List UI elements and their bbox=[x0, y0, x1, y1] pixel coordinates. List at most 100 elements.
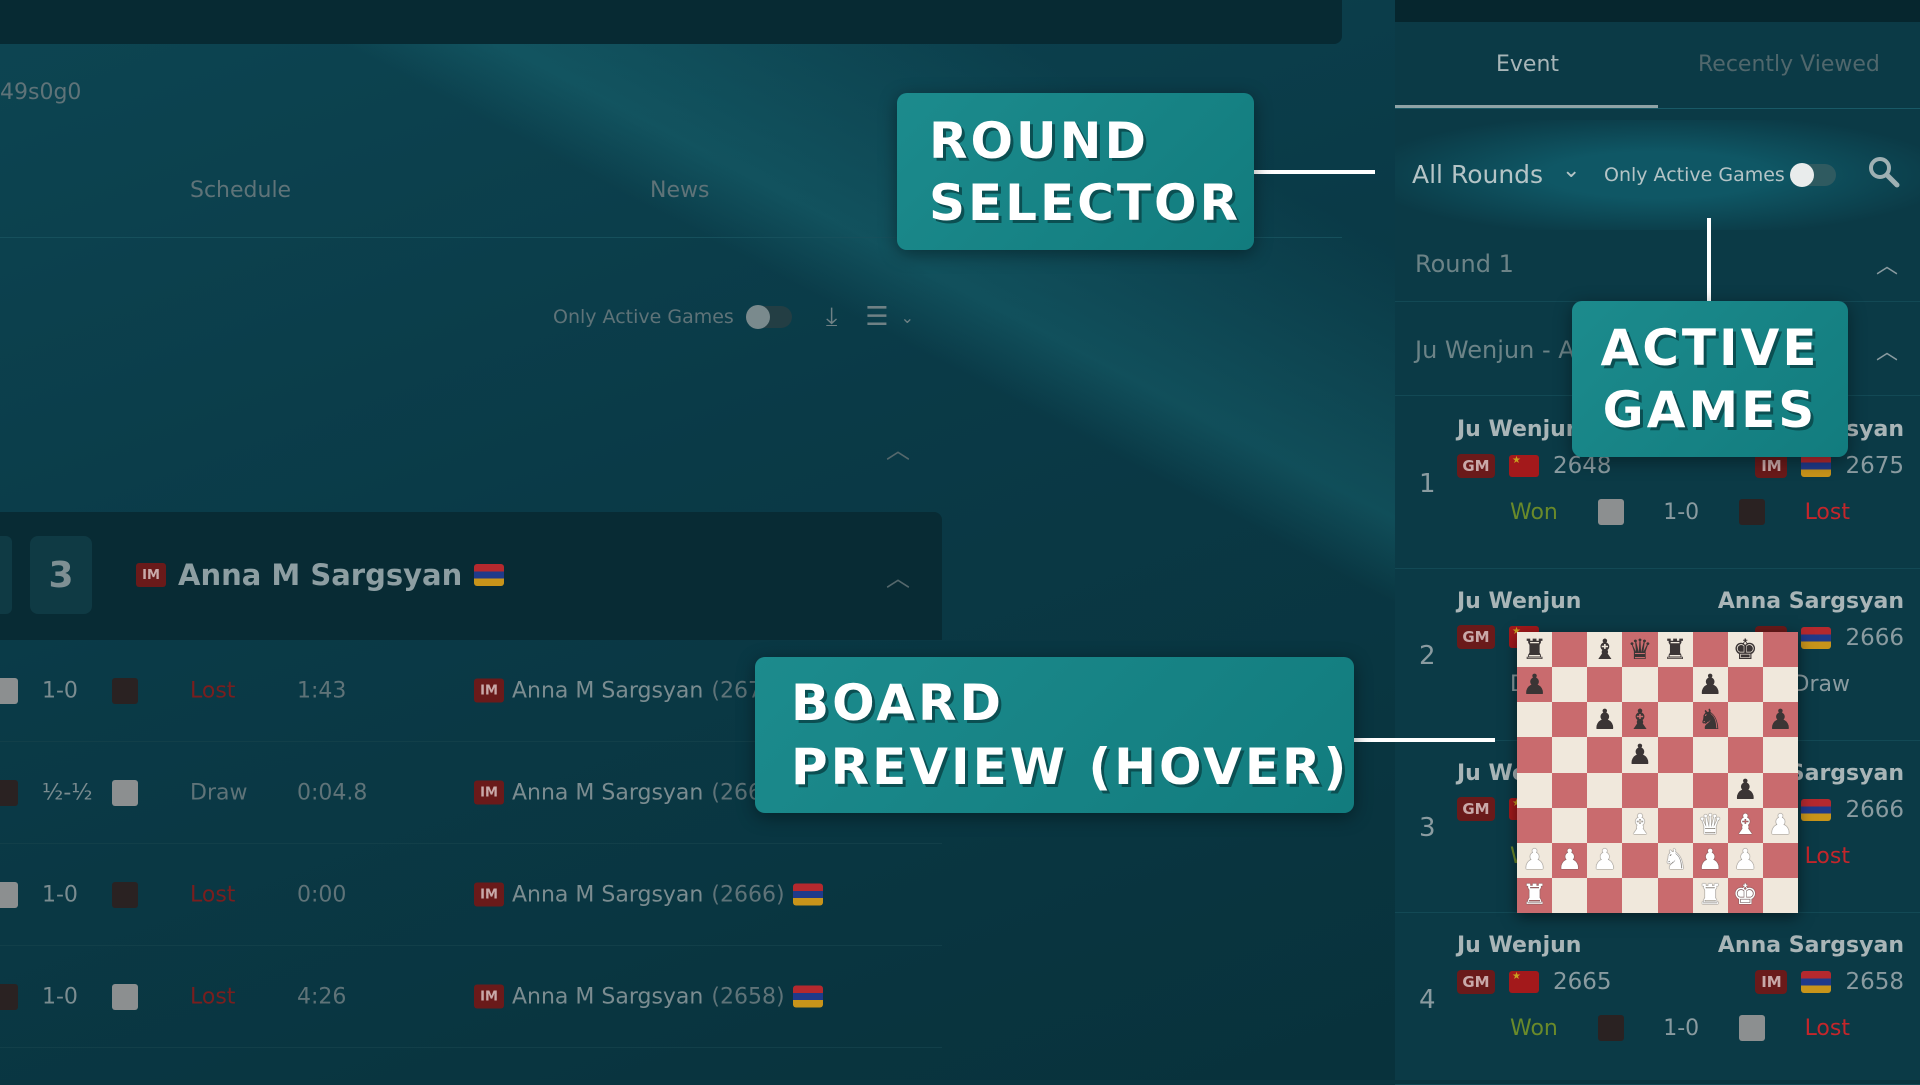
callout-active-games: ACTIVE GAMES bbox=[1572, 301, 1848, 457]
black-pawn-icon: ♟ bbox=[1522, 667, 1548, 701]
game-row[interactable]: 1-0 Lost 4:26 IM Anna M Sargsyan (2658) bbox=[0, 946, 942, 1048]
white-player: Ju Wenjun bbox=[1457, 589, 1582, 614]
board-square bbox=[1552, 702, 1588, 738]
player-name[interactable]: Anna M Sargsyan bbox=[178, 558, 462, 592]
callout-line bbox=[1354, 738, 1495, 742]
round-number: 3 bbox=[30, 536, 92, 614]
board-number: 4 bbox=[1419, 985, 1436, 1015]
opponent-name[interactable]: Anna M Sargsyan bbox=[512, 780, 703, 805]
board-square bbox=[1517, 737, 1553, 773]
download-icon[interactable]: ⤓ bbox=[826, 302, 838, 333]
result: Lost bbox=[190, 984, 236, 1009]
color-square bbox=[1738, 1015, 1765, 1041]
black-king-icon: ♚ bbox=[1732, 632, 1758, 666]
black-rating: 2666 bbox=[1845, 797, 1904, 823]
list-icon[interactable]: ☰ bbox=[865, 302, 888, 332]
board-square bbox=[1622, 842, 1658, 878]
score: 1-0 bbox=[1663, 499, 1700, 525]
callout-round-selector: ROUND SELECTOR bbox=[897, 93, 1254, 250]
player-name-block: IM Anna M Sargsyan bbox=[136, 558, 505, 592]
tab-event[interactable]: Event bbox=[1496, 52, 1559, 77]
board-square: ♛ bbox=[1692, 807, 1728, 843]
round-selector[interactable]: All Rounds bbox=[1412, 160, 1543, 189]
color-square bbox=[1597, 499, 1624, 525]
opponent-name[interactable]: Anna M Sargsyan bbox=[512, 882, 703, 907]
white-rook-icon: ♜ bbox=[1697, 878, 1723, 912]
white-pawn-icon: ♟ bbox=[1732, 843, 1758, 877]
search-icon[interactable] bbox=[1866, 154, 1902, 194]
chevron-down-icon[interactable]: ⌄ bbox=[1562, 158, 1580, 183]
armenia-flag-icon bbox=[1801, 627, 1832, 649]
armenia-flag-icon bbox=[1801, 799, 1832, 821]
only-active-toggle[interactable] bbox=[745, 305, 792, 329]
black-pawn-icon: ♟ bbox=[1627, 737, 1653, 771]
opponent-name[interactable]: Anna M Sargsyan bbox=[512, 678, 703, 703]
white-pawn-icon: ♟ bbox=[1767, 808, 1793, 842]
white-pawn-icon: ♟ bbox=[1697, 843, 1723, 877]
board-square bbox=[1552, 737, 1588, 773]
color-square bbox=[1738, 499, 1765, 525]
opponent-rating: (2666) bbox=[711, 882, 785, 907]
score: ½-½ bbox=[42, 780, 93, 805]
black-result: Lost bbox=[1804, 499, 1850, 525]
callout-line bbox=[1707, 218, 1711, 302]
divider bbox=[1395, 108, 1920, 109]
board-square bbox=[1692, 737, 1728, 773]
board-square bbox=[1762, 842, 1798, 878]
board-square bbox=[1657, 877, 1693, 913]
board-square bbox=[1657, 667, 1693, 703]
board-square bbox=[1552, 667, 1588, 703]
board-square bbox=[1762, 877, 1798, 913]
game-card[interactable]: 4 Ju Wenjun Anna Sargsyan GM2665 IM2658 … bbox=[1395, 913, 1920, 1085]
color-square bbox=[112, 983, 138, 1010]
round-label: Round 1 bbox=[1415, 250, 1514, 278]
board-square bbox=[1762, 667, 1798, 703]
score: 1-0 bbox=[42, 984, 78, 1009]
white-queen-icon: ♛ bbox=[1697, 808, 1723, 842]
chevron-up-icon[interactable]: ︿ bbox=[1876, 334, 1898, 366]
color-square bbox=[1597, 1015, 1624, 1041]
black-pawn-icon: ♟ bbox=[1592, 702, 1618, 736]
board-square bbox=[1692, 772, 1728, 808]
game-row[interactable]: 1-0 Lost 0:00 IM Anna M Sargsyan (2666) bbox=[0, 844, 942, 946]
board-square: ♟ bbox=[1692, 667, 1728, 703]
title-badge: IM bbox=[474, 678, 504, 703]
white-king-icon: ♚ bbox=[1732, 878, 1758, 912]
tab-news[interactable]: News bbox=[650, 178, 709, 203]
board-square bbox=[1727, 702, 1763, 738]
board-square bbox=[1692, 632, 1728, 668]
board-square: ♟ bbox=[1517, 667, 1553, 703]
board-square bbox=[1517, 772, 1553, 808]
board-preview[interactable]: ♜ ♝ ♛ ♜ ♚ ♟ ♟ ♟ ♝ ♞ ♟ ♟ ♟ ♝ ♛ ♝ ♟ ♟ ♟ ♟ ♞ ♟ ♟ ♜ ♜ ♚ bbox=[1517, 632, 1798, 913]
collapse-chevron-icon[interactable]: ︿ bbox=[886, 558, 910, 593]
tab-recently-viewed[interactable]: Recently Viewed bbox=[1698, 52, 1880, 77]
board-square: ♝ bbox=[1587, 632, 1623, 668]
title-badge: IM bbox=[474, 984, 504, 1009]
color-square bbox=[0, 779, 18, 806]
board-square bbox=[1552, 632, 1588, 668]
title-badge: GM bbox=[1457, 454, 1495, 478]
black-pawn-icon: ♟ bbox=[1732, 773, 1758, 807]
tab-schedule[interactable]: Schedule bbox=[190, 178, 291, 203]
title-badge: GM bbox=[1457, 625, 1495, 649]
board-square bbox=[1762, 632, 1798, 668]
white-bishop-icon: ♝ bbox=[1627, 808, 1653, 842]
armenia-flag-icon bbox=[1801, 971, 1832, 993]
opponent-name[interactable]: Anna M Sargsyan bbox=[512, 984, 703, 1009]
board-square bbox=[1517, 702, 1553, 738]
round-header[interactable]: Round 1 ︿ bbox=[1395, 230, 1920, 302]
callout-line bbox=[1254, 170, 1375, 174]
white-knight-icon: ♞ bbox=[1662, 843, 1688, 877]
board-square bbox=[1727, 737, 1763, 773]
board-number: 1 bbox=[1419, 469, 1436, 499]
title-badge: IM bbox=[474, 882, 504, 907]
only-active-toggle[interactable] bbox=[1790, 163, 1836, 187]
title-badge: IM bbox=[474, 780, 504, 805]
chevron-down-icon[interactable]: ⌄ bbox=[901, 308, 914, 327]
board-square bbox=[1552, 877, 1588, 913]
chevron-up-icon[interactable]: ︿ bbox=[886, 430, 910, 465]
board-square bbox=[1587, 807, 1623, 843]
time: 4:26 bbox=[297, 984, 347, 1009]
time: 0:00 bbox=[297, 882, 347, 907]
chevron-up-icon[interactable]: ︿ bbox=[1876, 248, 1898, 280]
